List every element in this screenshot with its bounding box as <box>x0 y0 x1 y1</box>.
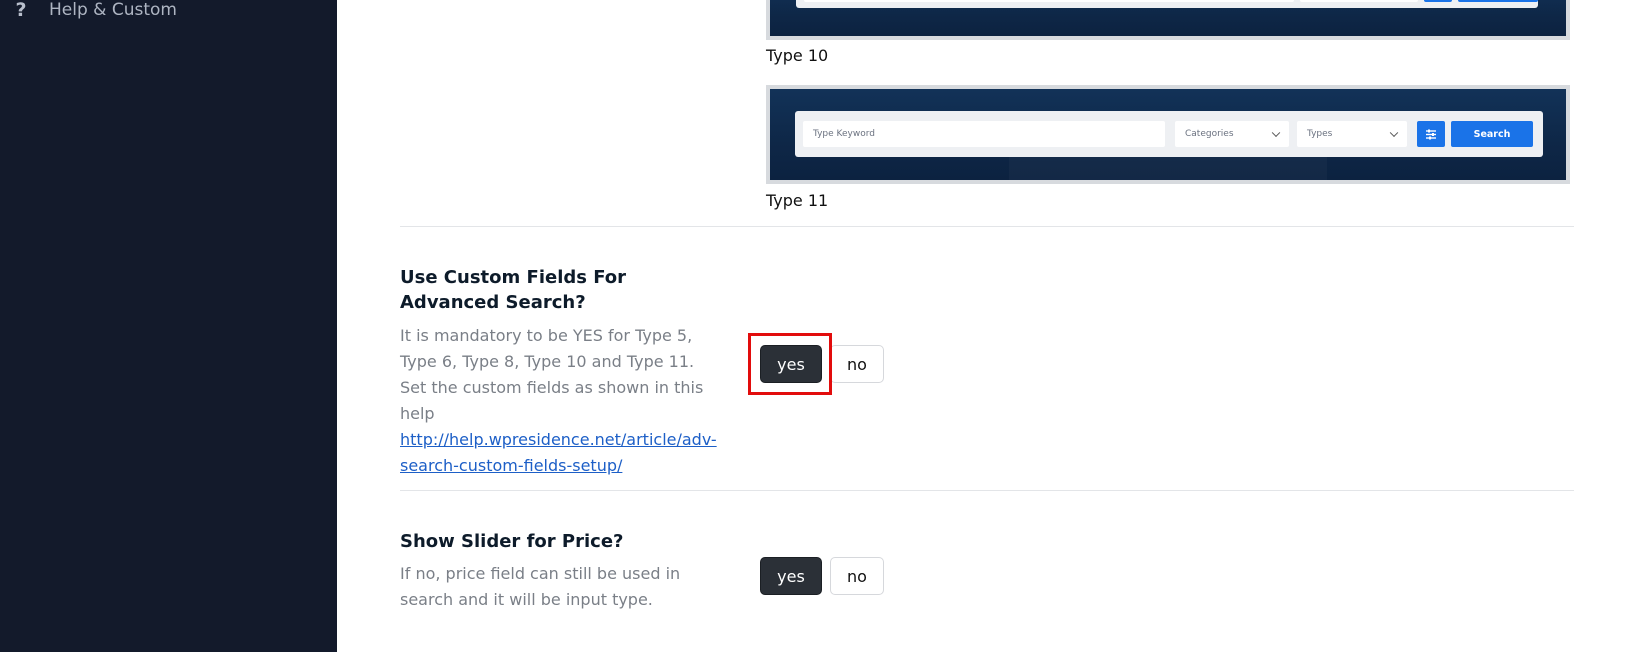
price-slider-no-button[interactable]: no <box>830 557 884 595</box>
sidebar: ? Help & Custom <box>0 0 337 652</box>
custom-fields-no-button[interactable]: no <box>830 345 884 383</box>
preview-filter-button <box>1417 121 1445 147</box>
preview-keyword-field <box>804 0 1294 2</box>
help-question-icon: ? <box>15 0 27 21</box>
preview-keyword-field: Type Keyword <box>803 121 1165 147</box>
chevron-down-icon <box>1389 128 1399 138</box>
preview-caption-type-10: Type 10 <box>766 46 829 65</box>
section-divider <box>400 226 1574 227</box>
preview-types-field: Types <box>1297 121 1407 147</box>
option-description-price-slider: If no, price field can still be used in … <box>400 564 681 609</box>
section-divider <box>400 490 1574 491</box>
preview-types-label: Types <box>1307 129 1333 139</box>
selection-highlight <box>748 333 832 395</box>
search-type-11-preview: Type Keyword Categories Types Search <box>766 85 1570 184</box>
preview-types-field <box>1300 0 1418 2</box>
preview-search-bar: Type Keyword Categories Types Search <box>795 111 1543 157</box>
price-slider-yes-button[interactable]: yes <box>760 557 822 595</box>
option-description-text: It is mandatory to be YES for Type 5, Ty… <box>400 326 704 423</box>
sliders-icon <box>1426 129 1436 139</box>
option-title-custom-fields: Use Custom Fields For Advanced Search? <box>400 267 627 313</box>
preview-categories-field: Categories <box>1175 121 1289 147</box>
preview-search-bar <box>796 0 1538 8</box>
help-link[interactable]: http://help.wpresidence.net/article/adv-… <box>400 430 717 475</box>
preview-search-button: Search <box>1451 121 1533 147</box>
chevron-down-icon <box>1271 128 1281 138</box>
sidebar-item-label: Help & Custom <box>49 0 177 20</box>
preview-search-button <box>1458 0 1538 2</box>
search-type-10-preview <box>766 0 1570 40</box>
preview-caption-type-11: Type 11 <box>766 191 829 210</box>
preview-categories-label: Categories <box>1185 129 1234 139</box>
preview-filter-button <box>1424 0 1452 2</box>
sidebar-item-help-custom[interactable]: ? Help & Custom <box>10 0 177 22</box>
option-title-price-slider: Show Slider for Price? <box>400 531 624 552</box>
option-description-custom-fields: It is mandatory to be YES for Type 5, Ty… <box>400 323 717 479</box>
